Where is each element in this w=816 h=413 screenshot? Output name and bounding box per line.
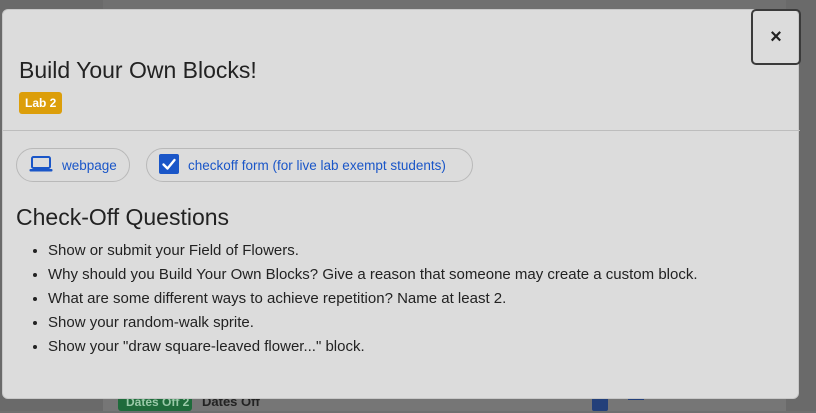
close-button[interactable]: × bbox=[751, 9, 801, 65]
checkoff-form-link-label: checkoff form (for live lab exempt stude… bbox=[188, 157, 446, 173]
lab-badge: Lab 2 bbox=[19, 92, 63, 114]
webpage-link[interactable]: webpage bbox=[16, 148, 130, 182]
checkoff-form-link[interactable]: checkoff form (for live lab exempt stude… bbox=[146, 148, 473, 182]
question-item: Why should you Build Your Own Blocks? Gi… bbox=[48, 263, 776, 287]
question-item: Show or submit your Field of Flowers. bbox=[48, 239, 776, 263]
question-item: What are some different ways to achieve … bbox=[48, 287, 776, 311]
checkoff-questions-list: Show or submit your Field of Flowers. Wh… bbox=[16, 239, 776, 359]
laptop-icon bbox=[29, 155, 53, 176]
webpage-link-label: webpage bbox=[62, 157, 117, 173]
question-item: Show your "draw square-leaved flower..."… bbox=[48, 335, 776, 359]
checkoff-questions-heading: Check-Off Questions bbox=[16, 204, 230, 230]
modal-header: Build Your Own Blocks! Lab 2 × bbox=[3, 9, 801, 131]
close-icon: × bbox=[770, 26, 782, 48]
question-item: Show your random-walk sprite. bbox=[48, 311, 776, 335]
modal-title: Build Your Own Blocks! bbox=[19, 57, 257, 83]
checkbox-icon bbox=[159, 153, 179, 177]
